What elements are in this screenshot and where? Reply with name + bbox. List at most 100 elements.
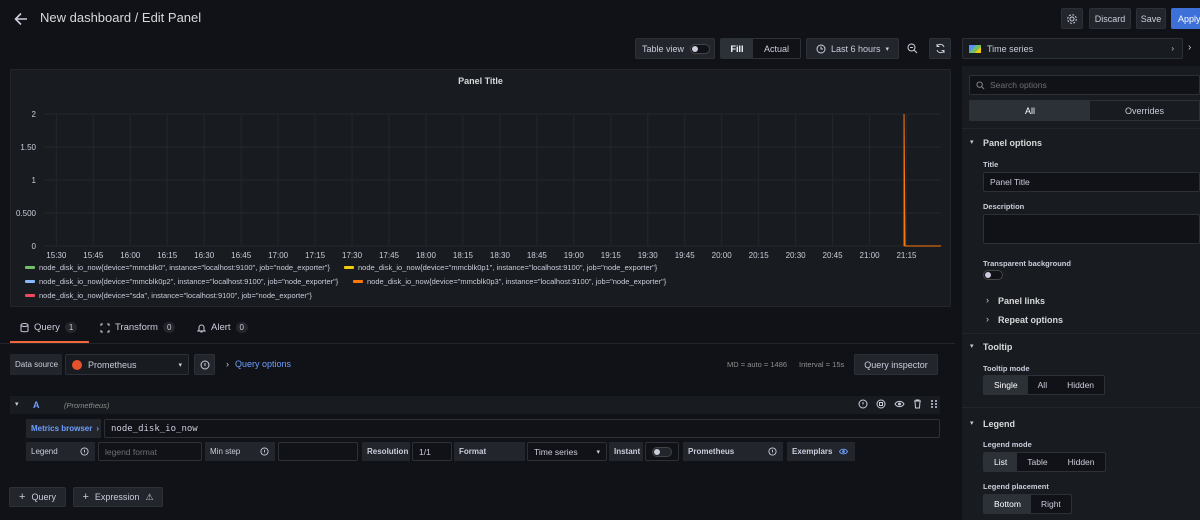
refresh-icon	[936, 43, 944, 54]
x-tick-label: 18:45	[527, 251, 548, 260]
legend-item[interactable]: node_disk_io_now{device="mmcblk0p2", ins…	[25, 277, 338, 286]
visualization-label: Time series	[987, 43, 1034, 54]
chevron-down-icon: ▾	[596, 448, 600, 456]
duplicate-icon[interactable]	[876, 399, 886, 409]
transparent-background-toggle[interactable]	[983, 270, 1003, 280]
time-range-label: Last 6 hours	[830, 43, 881, 54]
help-icon[interactable]	[858, 399, 868, 409]
tab-query[interactable]: Query 1	[20, 322, 78, 333]
drag-handle-icon[interactable]	[930, 399, 938, 409]
add-query-button[interactable]: + Query	[9, 487, 66, 507]
datasource-help-button[interactable]	[194, 354, 215, 375]
back-arrow-icon[interactable]	[12, 10, 30, 28]
instant-toggle[interactable]	[645, 442, 679, 461]
save-button[interactable]: Save	[1136, 8, 1166, 29]
legend-item[interactable]: node_disk_io_now{device="sda", instance=…	[25, 291, 312, 300]
min-step-label-text: Min step	[210, 447, 241, 456]
legend-item[interactable]: node_disk_io_now{device="mmcblk0", insta…	[25, 263, 330, 272]
legend-mode-table[interactable]: Table	[1017, 453, 1057, 471]
collapse-options-icon[interactable]: ›	[1188, 42, 1191, 53]
toggle-switch[interactable]	[690, 43, 711, 54]
refresh-button[interactable]	[929, 38, 951, 59]
trash-icon[interactable]	[913, 399, 922, 409]
apply-button[interactable]: Apply	[1171, 8, 1200, 29]
table-view-toggle[interactable]: Table view	[635, 38, 715, 59]
eye-icon[interactable]	[838, 447, 849, 456]
chevron-down-icon[interactable]: ▾	[970, 138, 974, 146]
chevron-right-icon[interactable]: ›	[986, 314, 989, 324]
description-input[interactable]	[983, 214, 1200, 244]
description-label: Description	[983, 202, 1025, 211]
legend-mode-group: List Table Hidden	[983, 452, 1106, 472]
info-icon	[200, 360, 209, 369]
y-tick-label: 1	[32, 176, 37, 185]
info-icon	[80, 447, 89, 456]
panel-links-header[interactable]: Panel links	[998, 296, 1045, 306]
format-label: Format	[454, 442, 525, 461]
collapse-query-icon[interactable]: ▾	[15, 400, 19, 408]
tab-alert[interactable]: Alert 0	[197, 322, 248, 333]
legend-swatch	[25, 266, 35, 269]
legend-label: Legend	[26, 442, 95, 461]
legend-label-text: Legend	[31, 447, 58, 456]
x-tick-label: 20:30	[786, 251, 807, 260]
tooltip-mode-hidden[interactable]: Hidden	[1057, 376, 1104, 394]
discard-button[interactable]: Discard	[1089, 8, 1131, 29]
datasource-select[interactable]: Prometheus ▾	[65, 354, 189, 375]
settings-button[interactable]	[1061, 8, 1083, 29]
tab-transform[interactable]: Transform 0	[100, 322, 176, 333]
y-tick-label: 0	[32, 242, 37, 251]
x-tick-label: 18:00	[416, 251, 437, 260]
panel-title-input[interactable]: Panel Title	[983, 172, 1200, 192]
time-range-picker[interactable]: Last 6 hours ▾	[806, 38, 899, 59]
tab-count: 1	[64, 322, 78, 333]
metrics-browser-button[interactable]: Metrics browser ›	[26, 419, 101, 438]
tooltip-mode-single[interactable]: Single	[984, 376, 1028, 394]
time-series-icon	[969, 44, 981, 53]
query-expression-input[interactable]: node_disk_io_now	[104, 419, 940, 438]
legend-header[interactable]: Legend	[983, 419, 1015, 429]
tab-all[interactable]: All	[970, 101, 1090, 120]
chevron-down-icon: ▾	[178, 361, 182, 369]
options-divider	[962, 407, 1200, 408]
panel-options-header[interactable]: Panel options	[983, 138, 1042, 148]
fill-option[interactable]: Fill	[721, 39, 753, 58]
search-options-input[interactable]: Search options	[969, 75, 1200, 95]
info-icon	[768, 447, 777, 456]
tab-label: Alert	[211, 322, 231, 333]
x-tick-label: 18:15	[453, 251, 474, 260]
query-inspector-button[interactable]: Query inspector	[854, 354, 938, 375]
search-icon	[976, 80, 985, 89]
legend-item[interactable]: node_disk_io_now{device="mmcblk0p1", ins…	[344, 263, 657, 272]
zoom-out-button[interactable]	[901, 38, 923, 59]
tooltip-mode-all[interactable]: All	[1028, 376, 1057, 394]
add-expression-label: Expression	[94, 492, 140, 502]
legend-item[interactable]: node_disk_io_now{device="mmcblk0p3", ins…	[353, 277, 666, 286]
tab-overrides[interactable]: Overrides	[1090, 101, 1199, 120]
datasource-label: Data source	[10, 354, 62, 375]
time-series-chart: 2 1.50 1 0.500 0 15:30 15:45 16:00 16:15 16:30 16:…	[16, 110, 941, 260]
query-ref-id[interactable]: A	[33, 400, 40, 410]
search-options-placeholder: Search options	[990, 80, 1047, 90]
legend-mode-hidden[interactable]: Hidden	[1058, 453, 1105, 471]
query-options-toggle[interactable]: › Query options	[226, 359, 291, 369]
resolution-select[interactable]: 1/1	[412, 442, 452, 461]
min-step-input[interactable]	[278, 442, 358, 461]
tooltip-header[interactable]: Tooltip	[983, 342, 1012, 352]
actual-option[interactable]: Actual	[753, 39, 800, 58]
add-expression-button[interactable]: + Expression ⚠	[73, 487, 163, 507]
repeat-options-header[interactable]: Repeat options	[998, 315, 1063, 325]
transparent-background-label: Transparent background	[983, 259, 1071, 268]
eye-icon[interactable]	[894, 399, 905, 409]
legend-mode-list[interactable]: List	[984, 453, 1018, 471]
legend-format-input[interactable]: legend format	[98, 442, 202, 461]
tab-label: Query	[34, 322, 60, 333]
visualization-picker[interactable]: Time series ›	[962, 38, 1183, 59]
legend-placement-label: Legend placement	[983, 482, 1049, 491]
legend-placement-right[interactable]: Right	[1031, 495, 1071, 513]
chevron-right-icon[interactable]: ›	[986, 295, 989, 305]
format-select[interactable]: Time series ▾	[527, 442, 607, 461]
chevron-down-icon[interactable]: ▾	[970, 342, 974, 350]
chevron-down-icon[interactable]: ▾	[970, 419, 974, 427]
legend-placement-bottom[interactable]: Bottom	[984, 495, 1031, 513]
